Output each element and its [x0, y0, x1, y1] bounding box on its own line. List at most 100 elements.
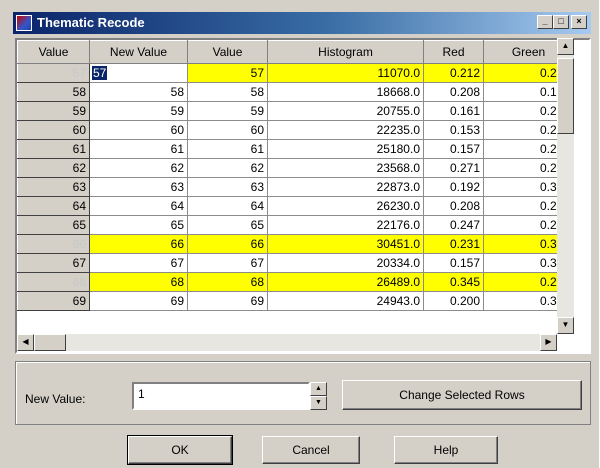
new-value-input[interactable]: 1: [132, 382, 310, 410]
new-value-cell[interactable]: 69: [89, 291, 188, 311]
table-row[interactable]: 59 59 59 20755.0 0.161 0.251: [17, 101, 574, 121]
histogram-cell[interactable]: 24943.0: [267, 291, 424, 311]
row-header[interactable]: 65: [17, 215, 90, 235]
row-header[interactable]: 69: [17, 291, 90, 311]
red-cell[interactable]: 0.208: [423, 196, 484, 216]
red-cell[interactable]: 0.271: [423, 158, 484, 178]
column-header-value-2[interactable]: Value: [187, 40, 268, 64]
value-cell[interactable]: 61: [187, 139, 268, 159]
spin-up-icon[interactable]: ▲: [310, 382, 327, 396]
histogram-cell[interactable]: 26489.0: [267, 272, 424, 292]
table-row[interactable]: 60 60 60 22235.0 0.153 0.204: [17, 120, 574, 140]
row-header[interactable]: 68: [17, 272, 90, 292]
red-cell[interactable]: 0.200: [423, 291, 484, 311]
help-button[interactable]: Help: [394, 436, 498, 464]
value-cell[interactable]: 67: [187, 253, 268, 273]
new-value-cell[interactable]: 65: [89, 215, 188, 235]
table-row[interactable]: 57 57 57 11070.0 0.212 0.251: [17, 63, 574, 83]
column-header-new-value[interactable]: New Value: [89, 40, 188, 64]
table-row[interactable]: 63 63 63 22873.0 0.192 0.353: [17, 177, 574, 197]
red-cell[interactable]: 0.157: [423, 139, 484, 159]
ok-button[interactable]: OK: [127, 435, 233, 465]
red-cell[interactable]: 0.231: [423, 234, 484, 254]
histogram-cell[interactable]: 18668.0: [267, 82, 424, 102]
vertical-scrollbar[interactable]: ▲ ▼: [557, 38, 574, 334]
new-value-cell-editing[interactable]: 57: [89, 63, 188, 83]
vertical-scroll-thumb[interactable]: [557, 58, 574, 134]
histogram-cell[interactable]: 26230.0: [267, 196, 424, 216]
table-row[interactable]: 68 68 68 26489.0 0.345 0.290: [17, 272, 574, 292]
new-value-cell[interactable]: 68: [89, 272, 188, 292]
table-row[interactable]: 62 62 62 23568.0 0.271 0.212: [17, 158, 574, 178]
histogram-cell[interactable]: 11070.0: [267, 63, 424, 83]
new-value-cell[interactable]: 66: [89, 234, 188, 254]
value-cell[interactable]: 69: [187, 291, 268, 311]
scroll-left-arrow-icon[interactable]: ◀: [17, 334, 34, 351]
value-cell[interactable]: 62: [187, 158, 268, 178]
value-cell[interactable]: 60: [187, 120, 268, 140]
new-value-cell[interactable]: 67: [89, 253, 188, 273]
close-button[interactable]: ×: [571, 15, 587, 29]
value-cell[interactable]: 68: [187, 272, 268, 292]
histogram-cell[interactable]: 22235.0: [267, 120, 424, 140]
row-header[interactable]: 60: [17, 120, 90, 140]
row-header[interactable]: 67: [17, 253, 90, 273]
scroll-down-arrow-icon[interactable]: ▼: [557, 317, 574, 334]
row-header[interactable]: 64: [17, 196, 90, 216]
red-cell[interactable]: 0.212: [423, 63, 484, 83]
table-row[interactable]: 67 67 67 20334.0 0.157 0.349: [17, 253, 574, 273]
histogram-cell[interactable]: 23568.0: [267, 158, 424, 178]
column-header-histogram[interactable]: Histogram: [267, 40, 424, 64]
table-row[interactable]: 58 58 58 18668.0 0.208 0.157: [17, 82, 574, 102]
column-header-value[interactable]: Value: [17, 40, 90, 64]
red-cell[interactable]: 0.161: [423, 101, 484, 121]
histogram-cell[interactable]: 22873.0: [267, 177, 424, 197]
new-value-cell[interactable]: 58: [89, 82, 188, 102]
row-header[interactable]: 62: [17, 158, 90, 178]
row-header[interactable]: 58: [17, 82, 90, 102]
table-row[interactable]: 66 66 66 30451.0 0.231 0.318: [17, 234, 574, 254]
maximize-button[interactable]: □: [553, 15, 569, 29]
row-header[interactable]: 59: [17, 101, 90, 121]
scroll-up-arrow-icon[interactable]: ▲: [557, 38, 574, 55]
red-cell[interactable]: 0.208: [423, 82, 484, 102]
value-cell[interactable]: 65: [187, 215, 268, 235]
new-value-cell[interactable]: 62: [89, 158, 188, 178]
new-value-cell[interactable]: 59: [89, 101, 188, 121]
red-cell[interactable]: 0.345: [423, 272, 484, 292]
scroll-right-arrow-icon[interactable]: ▶: [540, 334, 557, 351]
new-value-cell[interactable]: 64: [89, 196, 188, 216]
table-row[interactable]: 65 65 65 22176.0 0.247 0.243: [17, 215, 574, 235]
new-value-cell[interactable]: 60: [89, 120, 188, 140]
column-header-red[interactable]: Red: [423, 40, 484, 64]
horizontal-scrollbar[interactable]: ◀ ▶: [17, 334, 557, 351]
table-row[interactable]: 64 64 64 26230.0 0.208 0.255: [17, 196, 574, 216]
new-value-cell[interactable]: 63: [89, 177, 188, 197]
red-cell[interactable]: 0.247: [423, 215, 484, 235]
change-selected-rows-button[interactable]: Change Selected Rows: [342, 380, 582, 410]
row-header[interactable]: 57: [17, 63, 90, 83]
value-cell[interactable]: 63: [187, 177, 268, 197]
minimize-button[interactable]: _: [537, 15, 553, 29]
red-cell[interactable]: 0.153: [423, 120, 484, 140]
value-cell[interactable]: 58: [187, 82, 268, 102]
value-cell[interactable]: 64: [187, 196, 268, 216]
cancel-button[interactable]: Cancel: [262, 436, 360, 464]
red-cell[interactable]: 0.157: [423, 253, 484, 273]
red-cell[interactable]: 0.192: [423, 177, 484, 197]
table-row[interactable]: 69 69 69 24943.0 0.200 0.318: [17, 291, 574, 311]
title-bar[interactable]: Thematic Recode _ □ ×: [13, 12, 591, 34]
new-value-spinner[interactable]: ▲ ▼: [310, 382, 327, 410]
histogram-cell[interactable]: 30451.0: [267, 234, 424, 254]
recode-grid[interactable]: Value New Value Value Histogram Red Gree…: [15, 38, 591, 354]
value-cell[interactable]: 57: [187, 63, 268, 83]
spin-down-icon[interactable]: ▼: [310, 396, 327, 410]
row-header[interactable]: 63: [17, 177, 90, 197]
table-row[interactable]: 61 61 61 25180.0 0.157 0.298: [17, 139, 574, 159]
histogram-cell[interactable]: 20755.0: [267, 101, 424, 121]
histogram-cell[interactable]: 20334.0: [267, 253, 424, 273]
value-cell[interactable]: 66: [187, 234, 268, 254]
horizontal-scroll-thumb[interactable]: [34, 334, 66, 351]
value-cell[interactable]: 59: [187, 101, 268, 121]
row-header[interactable]: 61: [17, 139, 90, 159]
